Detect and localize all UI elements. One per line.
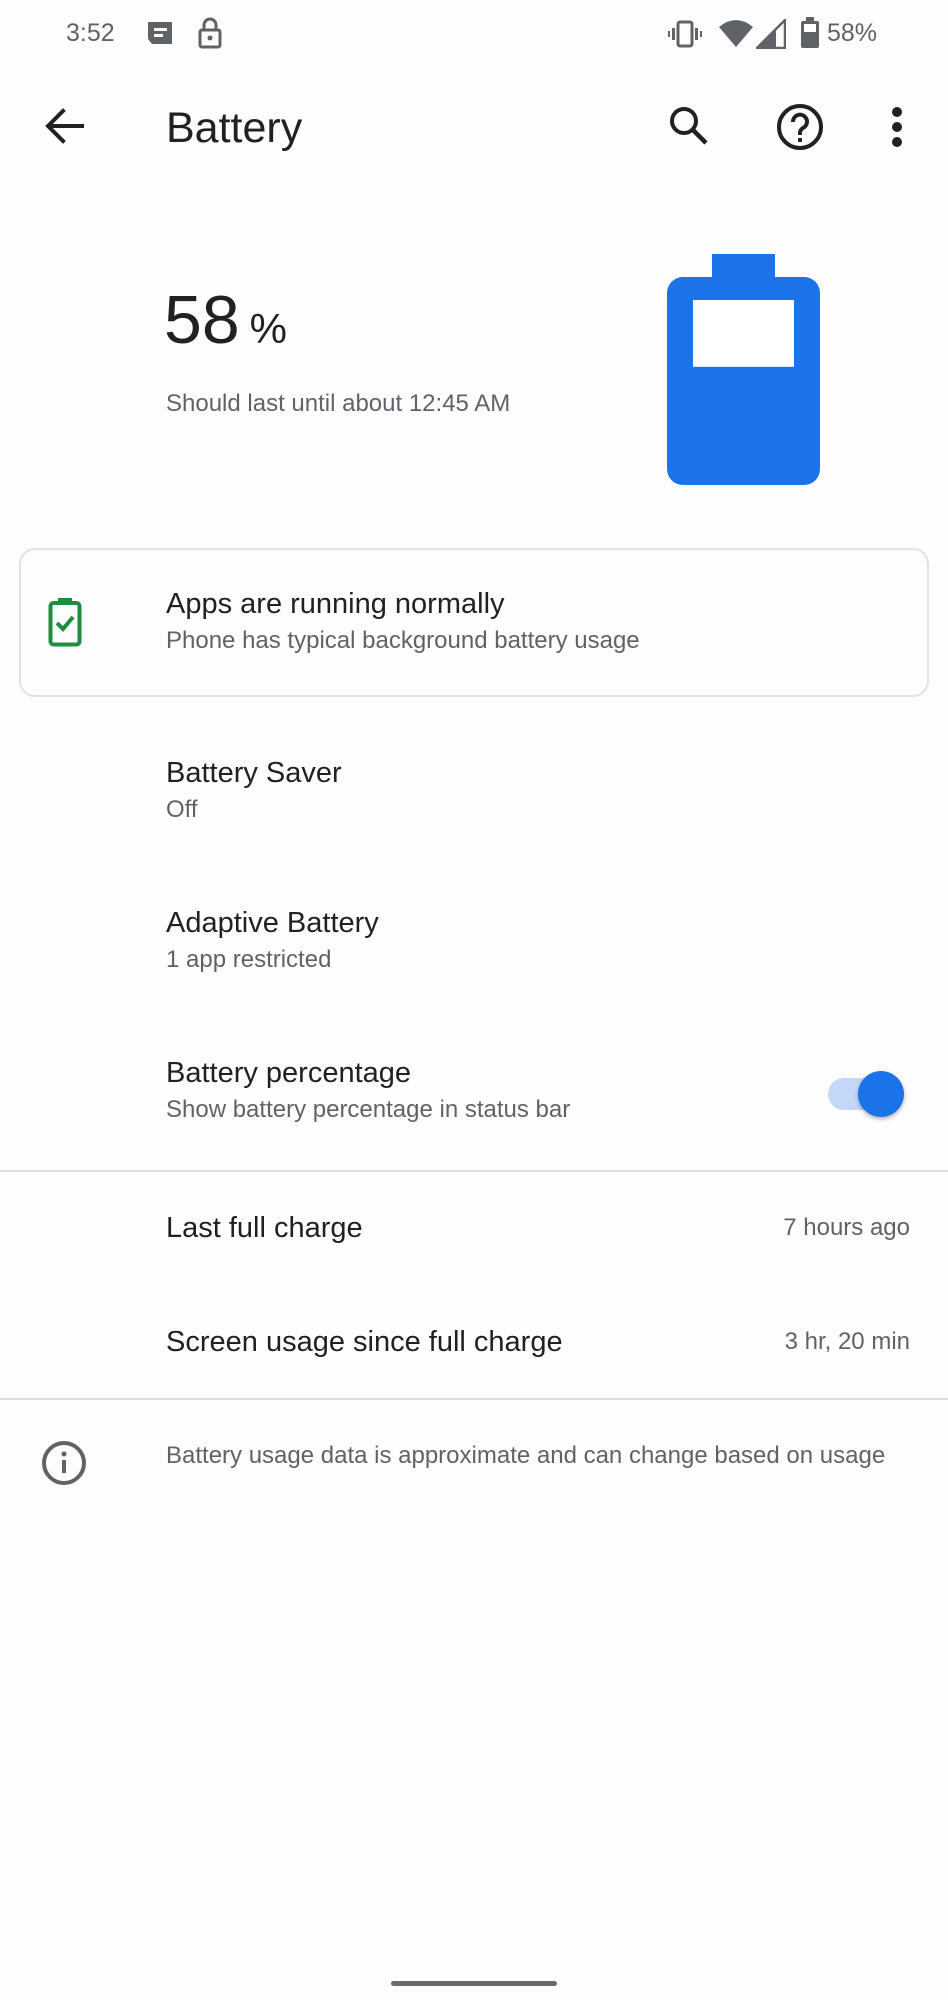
arrow-back-icon	[44, 107, 84, 149]
battery-level-icon	[667, 254, 820, 491]
adaptive-battery-item[interactable]: Adaptive Battery 1 app restricted	[0, 890, 948, 1020]
footer-disclaimer: Battery usage data is approximate and ca…	[166, 1442, 886, 1469]
battery-saver-title: Battery Saver	[166, 757, 342, 789]
screen-usage-value: 3 hr, 20 min	[784, 1328, 910, 1355]
battery-estimate: Should last until about 12:45 AM	[166, 390, 511, 417]
last-full-charge-label: Last full charge	[166, 1212, 363, 1244]
status-battery-percent: 58%	[827, 19, 878, 47]
section-divider	[0, 1398, 948, 1400]
back-button[interactable]	[32, 96, 96, 160]
battery-percent-unit: %	[249, 305, 287, 352]
battery-percent-value: 58	[164, 282, 240, 358]
more-vert-icon	[891, 106, 903, 152]
screen-usage-item[interactable]: Screen usage since full charge 3 hr, 20 …	[0, 1288, 948, 1398]
battery-check-icon	[48, 597, 82, 652]
last-full-charge-item[interactable]: Last full charge 7 hours ago	[0, 1175, 948, 1285]
adaptive-battery-status: 1 app restricted	[166, 946, 332, 973]
search-icon	[668, 105, 710, 152]
lock-icon	[197, 17, 223, 54]
battery-percentage-title: Battery percentage	[166, 1057, 412, 1089]
battery-percentage-item[interactable]: Battery percentage Show battery percenta…	[0, 1040, 948, 1168]
last-full-charge-value: 7 hours ago	[783, 1214, 910, 1241]
messages-notification-icon	[146, 21, 174, 52]
help-button[interactable]	[768, 97, 832, 161]
section-divider	[0, 1170, 948, 1172]
battery-saver-status: Off	[166, 796, 198, 823]
vibrate-icon	[668, 20, 702, 53]
battery-status-icon	[800, 17, 820, 54]
search-button[interactable]	[657, 96, 721, 160]
gesture-nav-handle[interactable]	[391, 1981, 557, 1986]
adaptive-battery-title: Adaptive Battery	[166, 907, 379, 939]
status-time: 3:52	[66, 19, 115, 47]
battery-percentage-subtitle: Show battery percentage in status bar	[166, 1096, 571, 1123]
more-options-button[interactable]	[865, 97, 929, 161]
tip-title: Apps are running normally	[166, 588, 505, 620]
help-icon	[776, 103, 824, 156]
info-icon	[40, 1439, 88, 1492]
tip-subtitle: Phone has typical background battery usa…	[166, 627, 640, 654]
toggle-thumb	[858, 1071, 904, 1117]
cell-signal-icon	[753, 16, 787, 54]
battery-saver-item[interactable]: Battery Saver Off	[0, 740, 948, 870]
battery-percentage-toggle[interactable]	[826, 1070, 906, 1118]
screen-usage-label: Screen usage since full charge	[166, 1326, 563, 1358]
wifi-icon	[718, 18, 754, 53]
page-title: Battery	[166, 104, 303, 152]
battery-empty-region	[693, 300, 794, 367]
battery-percentage: 58%	[164, 282, 287, 377]
